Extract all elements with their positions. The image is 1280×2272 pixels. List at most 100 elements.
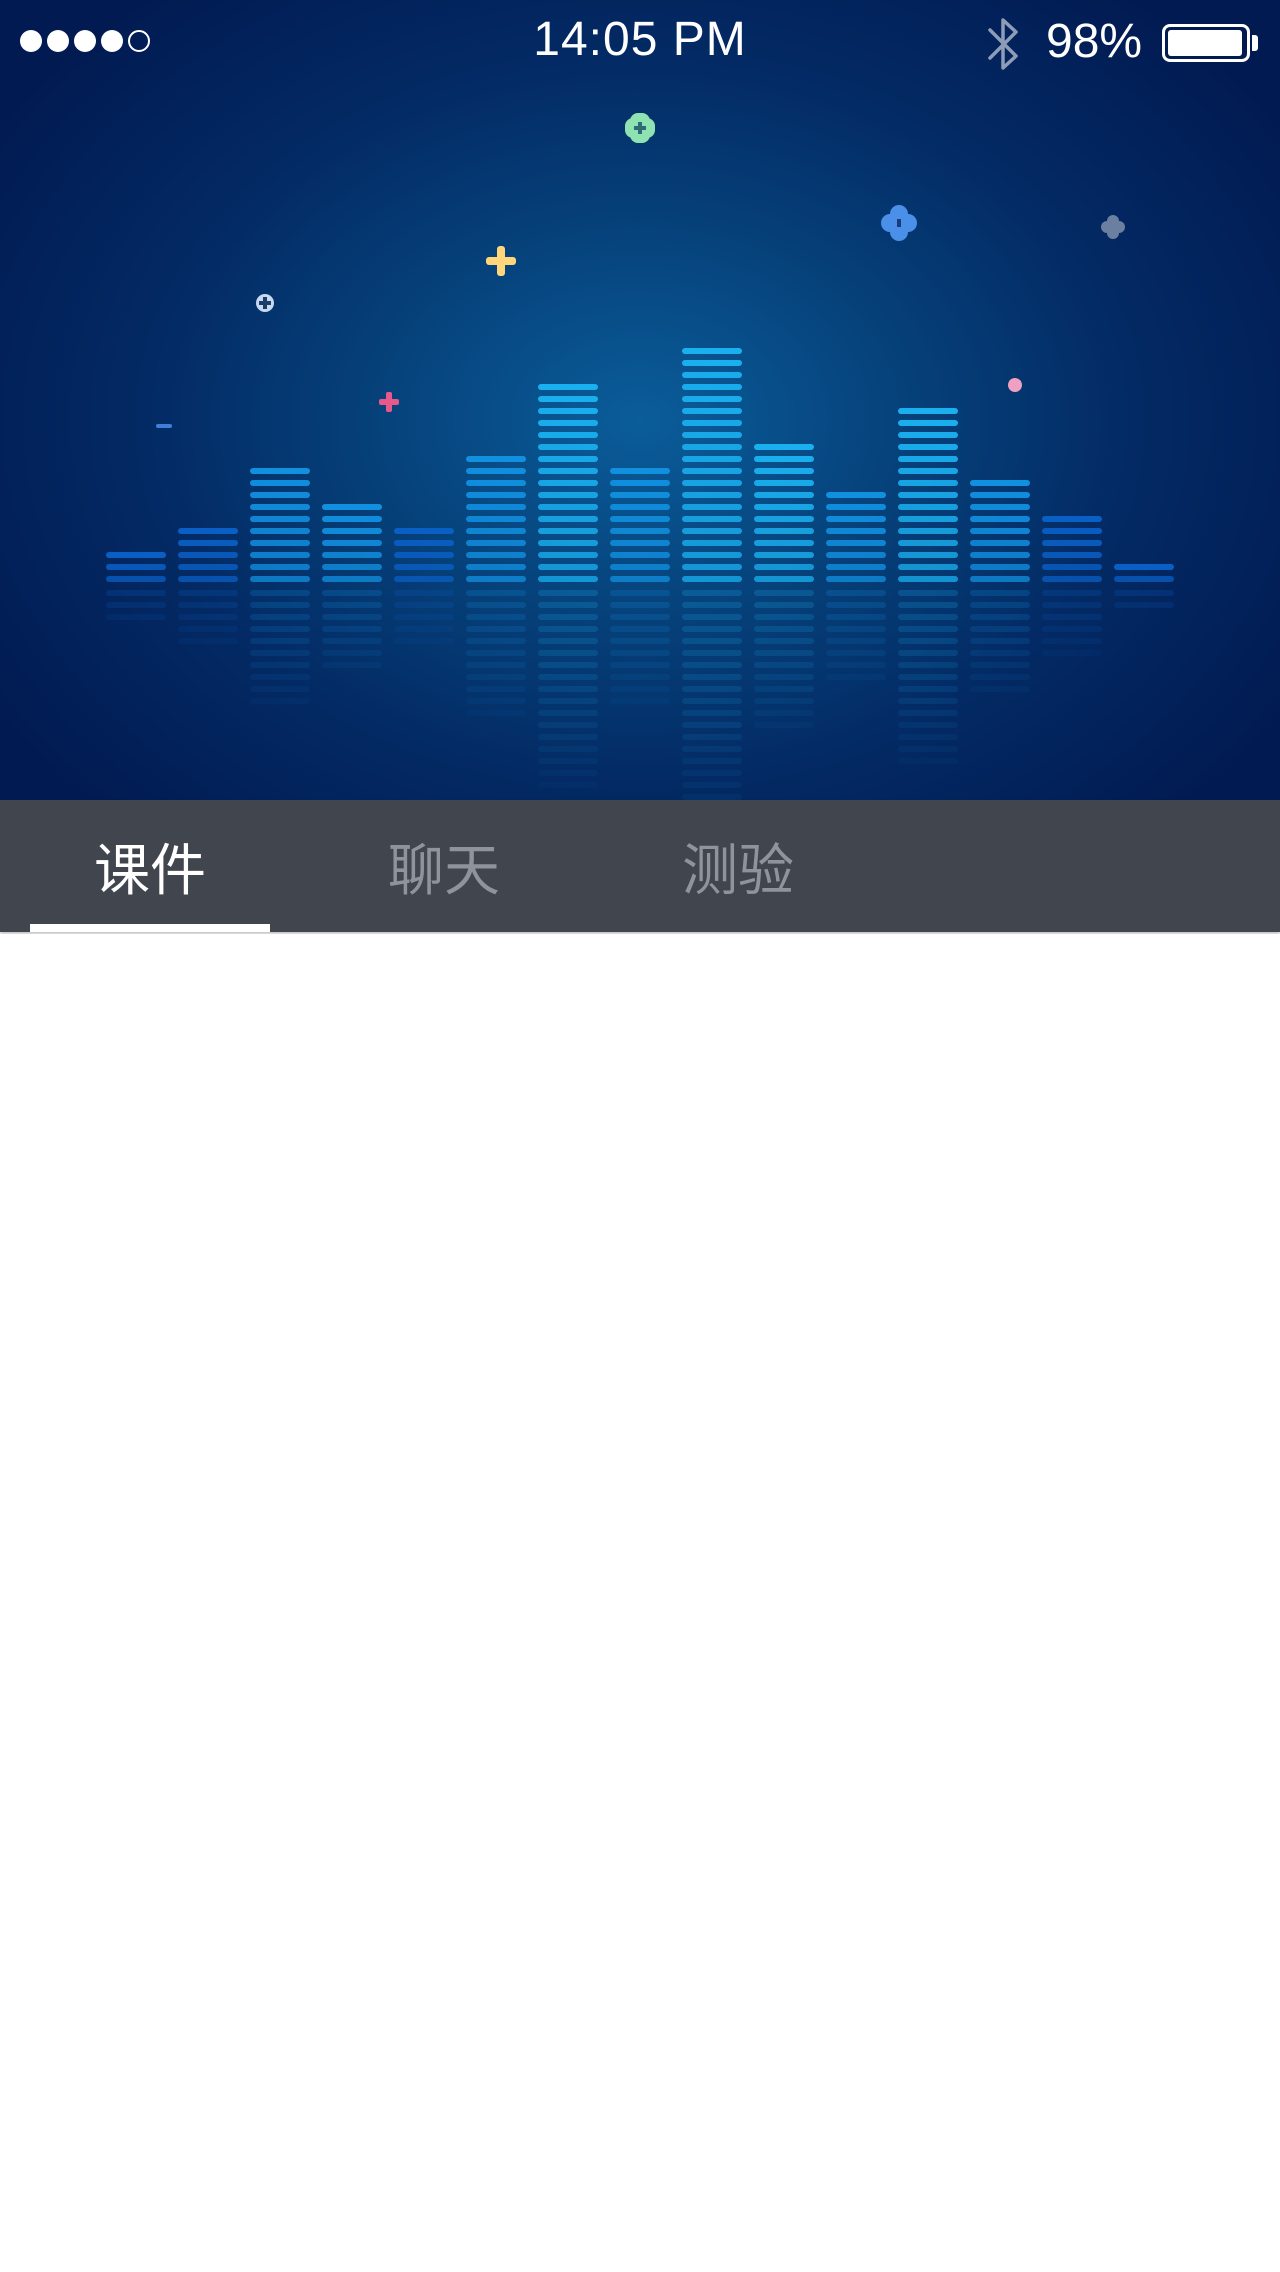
equalizer-segment-reflection xyxy=(610,590,670,596)
equalizer-segment xyxy=(754,552,814,558)
equalizer-segment xyxy=(250,564,310,570)
equalizer-segment xyxy=(466,468,526,474)
equalizer-segment xyxy=(682,348,742,354)
equalizer-segment xyxy=(682,468,742,474)
equalizer-segment xyxy=(538,444,598,450)
equalizer-segment xyxy=(970,576,1030,582)
equalizer-segment-reflection xyxy=(970,638,1030,644)
equalizer-segment-reflection xyxy=(898,662,958,668)
equalizer-segment-reflection xyxy=(106,602,166,608)
equalizer-segment xyxy=(466,480,526,486)
equalizer-segment xyxy=(538,576,598,582)
equalizer-segment xyxy=(250,504,310,510)
equalizer-segment xyxy=(682,576,742,582)
equalizer-segment xyxy=(682,516,742,522)
equalizer-segment xyxy=(466,456,526,462)
equalizer-segment xyxy=(322,552,382,558)
equalizer-segment xyxy=(1042,528,1102,534)
equalizer-segment xyxy=(754,492,814,498)
equalizer-segment-reflection xyxy=(754,626,814,632)
equalizer-segment-reflection xyxy=(1042,626,1102,632)
equalizer-bar xyxy=(754,444,814,582)
equalizer-segment-reflection xyxy=(178,614,238,620)
equalizer-segment-reflection xyxy=(826,650,886,656)
equalizer-bar-reflection xyxy=(322,590,382,668)
equalizer-segment xyxy=(970,564,1030,570)
equalizer-segment xyxy=(682,384,742,390)
equalizer-segment xyxy=(898,552,958,558)
equalizer-segment-reflection xyxy=(610,662,670,668)
equalizer-segment-reflection xyxy=(1042,650,1102,656)
equalizer-segment-reflection xyxy=(322,626,382,632)
equalizer-segment-reflection xyxy=(394,590,454,596)
equalizer-bar-reflection xyxy=(610,590,670,704)
equalizer-segment xyxy=(826,504,886,510)
equalizer-segment-reflection xyxy=(538,746,598,752)
equalizer-segment-reflection xyxy=(538,734,598,740)
equalizer-segment xyxy=(682,480,742,486)
equalizer-segment-reflection xyxy=(250,614,310,620)
equalizer-segment xyxy=(538,420,598,426)
equalizer-bar-reflection xyxy=(682,590,742,800)
equalizer-segment xyxy=(466,564,526,570)
equalizer-segment xyxy=(250,468,310,474)
equalizer-segment-reflection xyxy=(1114,590,1174,596)
equalizer-segment-reflection xyxy=(826,638,886,644)
equalizer-segment xyxy=(322,540,382,546)
equalizer-segment xyxy=(682,564,742,570)
equalizer-bar-reflection xyxy=(466,590,526,716)
equalizer-segment-reflection xyxy=(970,674,1030,680)
equalizer-segment-reflection xyxy=(826,590,886,596)
equalizer-segment-reflection xyxy=(466,602,526,608)
equalizer-segment-reflection xyxy=(754,710,814,716)
equalizer-segment xyxy=(538,456,598,462)
equalizer-segment-reflection xyxy=(466,650,526,656)
equalizer-segment-reflection xyxy=(898,686,958,692)
equalizer-segment xyxy=(898,516,958,522)
equalizer-segment xyxy=(178,576,238,582)
equalizer-segment-reflection xyxy=(610,674,670,680)
equalizer-segment xyxy=(610,516,670,522)
equalizer-segment-reflection xyxy=(970,662,1030,668)
equalizer-bar-reflection xyxy=(826,590,886,680)
equalizer-segment-reflection xyxy=(754,686,814,692)
green-plus-sparkle xyxy=(625,113,655,143)
equalizer-segment xyxy=(898,564,958,570)
equalizer-segment xyxy=(826,516,886,522)
equalizer-segment xyxy=(682,492,742,498)
equalizer-segment-reflection xyxy=(898,710,958,716)
equalizer-segment xyxy=(754,516,814,522)
tab-chat[interactable]: 聊天 xyxy=(324,800,564,932)
equalizer-segment-reflection xyxy=(538,590,598,596)
equalizer-segment xyxy=(970,552,1030,558)
equalizer-segment-reflection xyxy=(322,602,382,608)
equalizer-segment xyxy=(250,492,310,498)
equalizer-segment xyxy=(538,432,598,438)
equalizer-segment-reflection xyxy=(970,626,1030,632)
equalizer-segment xyxy=(538,384,598,390)
equalizer-segment xyxy=(826,576,886,582)
equalizer-segment xyxy=(754,456,814,462)
tab-courseware[interactable]: 课件 xyxy=(30,800,270,932)
pink-plus-sparkle xyxy=(379,392,399,412)
tab-quiz[interactable]: 测验 xyxy=(618,800,858,932)
equalizer-bar-reflection xyxy=(1114,590,1174,608)
equalizer-segment xyxy=(754,528,814,534)
status-bar: 14:05 PM 98% xyxy=(0,0,1280,84)
equalizer-segment xyxy=(394,540,454,546)
equalizer-segment-reflection xyxy=(610,614,670,620)
equalizer-segment xyxy=(538,516,598,522)
equalizer-segment xyxy=(898,576,958,582)
equalizer-segment-reflection xyxy=(826,602,886,608)
equalizer-segment xyxy=(970,492,1030,498)
equalizer-segment xyxy=(1042,552,1102,558)
equalizer-segment-reflection xyxy=(826,614,886,620)
equalizer-segment xyxy=(682,396,742,402)
equalizer-segment xyxy=(682,432,742,438)
equalizer-segment xyxy=(610,552,670,558)
equalizer-segment-reflection xyxy=(970,650,1030,656)
equalizer-segment xyxy=(1114,576,1174,582)
equalizer-segment-reflection xyxy=(538,650,598,656)
hero-banner: 14:05 PM 98% xyxy=(0,0,1280,800)
equalizer-segment-reflection xyxy=(610,698,670,704)
